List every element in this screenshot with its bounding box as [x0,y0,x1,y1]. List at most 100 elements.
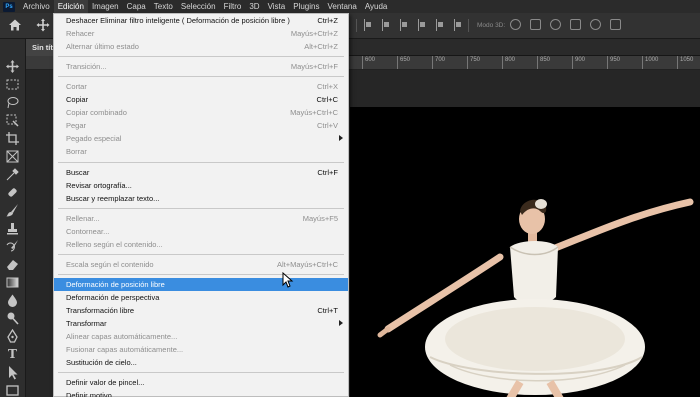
mode-3d-label: Modo 3D: [477,22,506,29]
menu-vista[interactable]: Vista [264,0,290,13]
menu-item-pegar[interactable]: Pegar Ctrl+V [54,119,348,132]
crop-tool-icon[interactable] [5,131,20,146]
menu-item-label: Transformación libre [66,305,135,315]
menu-edicion[interactable]: Edición [53,0,88,13]
pen-tool-icon[interactable] [5,328,20,344]
eyedropper-tool-icon[interactable] [5,167,20,182]
menu-item-alinear-capas-automaticamente[interactable]: Alinear capas automáticamente... [54,330,348,343]
object-selection-tool-icon[interactable] [5,113,20,128]
menu-imagen[interactable]: Imagen [88,0,123,13]
menu-item-label: Copiar combinado [66,108,127,118]
ballerina-photo [377,198,694,397]
ruler-tick-label: 950 [607,56,620,69]
menu-item-contornear[interactable]: Contornear... [54,225,348,238]
orbit-3d-icon[interactable] [510,19,521,30]
menu-item-pegado-especial[interactable]: Pegado especial [54,132,348,145]
menu-item-fusionar-capas-automaticamente[interactable]: Fusionar capas automáticamente... [54,343,348,356]
menu-item-escala-segun-el-contenido[interactable]: Escala según el contenido Alt+Mayús+Ctrl+… [54,258,348,271]
separator [356,19,357,32]
menu-ventana[interactable]: Ventana [323,0,360,13]
menu-item-copiar-combinado[interactable]: Copiar combinado Mayús+Ctrl+C [54,106,348,119]
clone-stamp-tool-icon[interactable] [5,221,20,236]
gradient-tool-icon[interactable] [5,275,20,290]
menu-item-label: Revisar ortografía... [66,180,132,190]
menu-capa[interactable]: Capa [123,0,150,13]
submenu-arrow-icon [339,320,343,326]
menu-archivo[interactable]: Archivo [19,0,54,13]
slide-3d-icon[interactable] [570,19,581,30]
menu-divider [58,207,344,209]
camera-3d-icon[interactable] [610,19,621,30]
history-brush-tool-icon[interactable] [5,239,20,254]
menu-item-label: Copiar [66,95,89,105]
menu-item-shortcut: Mayús+Ctrl+Z [290,29,338,39]
move-tool-icon[interactable] [5,59,20,74]
submenu-arrow-icon [339,135,343,142]
menu-item-definir-motivo[interactable]: Definir motivo... [54,389,348,397]
frame-tool-icon[interactable] [5,149,20,164]
menu-item-shortcut: Ctrl+X [316,82,338,92]
menu-item-definir-valor-de-pincel[interactable]: Definir valor de pincel... [54,376,348,389]
drag-3d-icon[interactable] [550,19,561,30]
rectangle-tool-icon[interactable] [5,383,20,397]
menu-item-shortcut: Ctrl+F [317,167,338,177]
menu-divider [58,76,344,78]
menu-item-label: Rehacer [66,29,95,39]
healing-brush-tool-icon[interactable] [5,185,20,200]
menu-item-transformacion-libre[interactable]: Transformación libre Ctrl+T [54,304,348,317]
brush-tool-icon[interactable] [5,203,20,218]
scale-3d-icon[interactable] [590,19,601,30]
menu-item-shortcut: Ctrl+V [316,121,338,131]
align-bottom-icon[interactable] [454,19,463,31]
menu-plugins[interactable]: Plugins [289,0,323,13]
align-top-icon[interactable] [418,19,427,31]
menu-divider [58,273,344,275]
menu-item-revisar-ortografia[interactable]: Revisar ortografía... [54,179,348,192]
menu-bar: Ps Archivo Edición Imagen Capa Texto Sel… [0,0,700,13]
dodge-tool-icon[interactable] [5,311,20,326]
menu-item-label: Deshacer Eliminar filtro inteligente ( D… [66,16,290,25]
blur-tool-icon[interactable] [5,293,20,308]
align-center-icon[interactable] [382,19,391,31]
type-tool-icon[interactable]: T [5,347,20,362]
marquee-tool-icon[interactable] [5,77,20,92]
menu-item-shortcut: Alt+Mayús+Ctrl+C [276,259,338,269]
path-selection-tool-icon[interactable] [5,365,20,380]
menu-item-label: Borrar [66,147,87,157]
menu-item-label: Alternar último estado [66,42,139,52]
menu-item-label: Rellenar... [66,213,100,223]
align-left-icon[interactable] [364,19,373,31]
menu-item-rellenar[interactable]: Rellenar... Mayús+F5 [54,212,348,225]
menu-item-alternar-ultimo-estado[interactable]: Alternar último estado Alt+Ctrl+Z [54,40,348,53]
menu-3d[interactable]: 3D [245,0,263,13]
move-tool-icon[interactable] [36,18,50,32]
menu-item-buscar-y-reemplazar-texto[interactable]: Buscar y reemplazar texto... [54,192,348,205]
menu-item-relleno-segun-el-contenido[interactable]: Relleno según el contenido... [54,238,348,251]
menu-texto[interactable]: Texto [150,0,177,13]
menu-item-buscar[interactable]: Buscar Ctrl+F [54,166,348,179]
photoshop-logo-icon: Ps [3,1,15,12]
menu-item-label: Cortar [66,82,87,92]
menu-filtro[interactable]: Filtro [220,0,246,13]
menu-item-sustitucion-de-cielo[interactable]: Sustitución de cielo... [54,356,348,369]
menu-ayuda[interactable]: Ayuda [361,0,392,13]
menu-item-transicion[interactable]: Transición... Mayús+Ctrl+F [54,60,348,73]
align-right-icon[interactable] [400,19,409,31]
menu-item-borrar[interactable]: Borrar [54,145,348,158]
menu-item-copiar[interactable]: Copiar Ctrl+C [54,93,348,106]
roll-3d-icon[interactable] [530,19,541,30]
menu-item-label: Transformar [66,319,107,328]
lasso-tool-icon[interactable] [5,95,20,110]
menu-item-deshacer-eliminar-filtro-inteligente-def[interactable]: Deshacer Eliminar filtro inteligente ( D… [54,14,348,27]
home-icon[interactable] [8,18,22,32]
eraser-tool-icon[interactable] [5,257,20,272]
menu-item-rehacer[interactable]: Rehacer Mayús+Ctrl+Z [54,27,348,40]
menu-divider [58,253,344,255]
align-middle-icon[interactable] [436,19,445,31]
menu-item-label: Alinear capas automáticamente... [66,332,178,342]
menu-item-transformar[interactable]: Transformar [54,317,348,330]
menu-item-cortar[interactable]: Cortar Ctrl+X [54,80,348,93]
menu-seleccion[interactable]: Selección [177,0,220,13]
menu-item-deformacion-de-perspectiva[interactable]: Deformación de perspectiva [54,291,348,304]
menu-item-deformacion-de-posicion-libre[interactable]: Deformación de posición libre [54,277,348,291]
